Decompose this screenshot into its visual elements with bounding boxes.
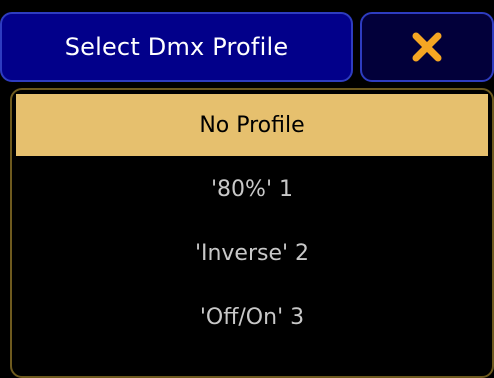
list-item-label: No Profile xyxy=(199,112,305,138)
list-item-label: 'Off/On' 3 xyxy=(199,304,305,330)
close-icon xyxy=(412,32,442,62)
profile-list[interactable]: No Profile '80%' 1 'Inverse' 2 'Off/On' … xyxy=(10,88,494,378)
list-item-off-on[interactable]: 'Off/On' 3 xyxy=(16,286,488,348)
list-item-inverse[interactable]: 'Inverse' 2 xyxy=(16,222,488,284)
list-item-no-profile[interactable]: No Profile xyxy=(16,94,488,156)
list-item-label: '80%' 1 xyxy=(211,176,293,202)
dialog-title-bar: Select Dmx Profile xyxy=(0,12,353,82)
close-button[interactable] xyxy=(360,12,494,82)
list-item-label: 'Inverse' 2 xyxy=(194,240,310,266)
dialog-title: Select Dmx Profile xyxy=(64,33,289,61)
list-item-80-percent[interactable]: '80%' 1 xyxy=(16,158,488,220)
